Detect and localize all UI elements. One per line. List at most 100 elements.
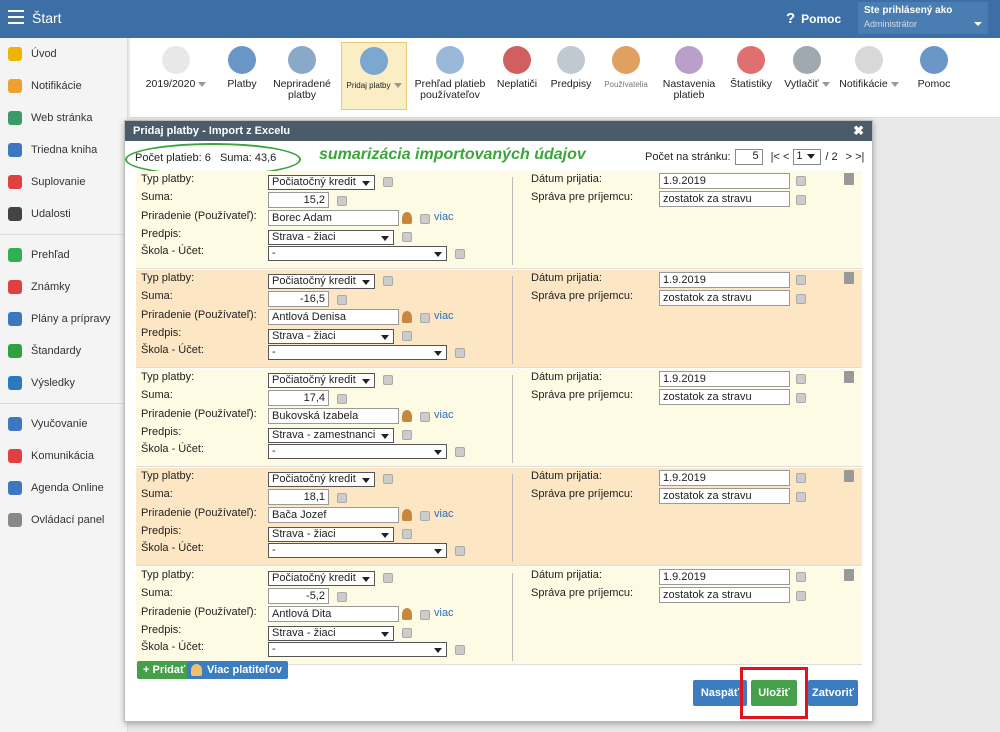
- payment-type-select[interactable]: Počiatočný kredit: [268, 571, 375, 586]
- date-input[interactable]: 1.9.2019: [659, 470, 790, 486]
- sidebar-item-3[interactable]: Triedna kniha: [0, 134, 127, 166]
- toolbar-money-bag-button[interactable]: Platby: [222, 42, 262, 110]
- message-input[interactable]: zostatok za stravu: [659, 290, 790, 306]
- page-prev[interactable]: |< <: [771, 151, 790, 163]
- clock-bag-icon: [503, 46, 531, 74]
- sidebar-item-7[interactable]: Známky: [0, 271, 127, 303]
- account-select[interactable]: -: [268, 345, 447, 360]
- more-link[interactable]: viac: [434, 508, 454, 520]
- trash-icon[interactable]: [844, 470, 854, 482]
- payment-type-select[interactable]: Počiatočný kredit: [268, 373, 375, 388]
- trash-icon[interactable]: [844, 569, 854, 581]
- sidebar-item-0[interactable]: Úvod: [0, 38, 127, 70]
- amount-label: Suma:: [141, 587, 173, 599]
- message-input[interactable]: zostatok za stravu: [659, 191, 790, 207]
- toolbar-calendar-button[interactable]: 2019/2020: [136, 42, 216, 110]
- sidebar-item-13[interactable]: Agenda Online: [0, 472, 127, 504]
- toolbar-printer-button[interactable]: Vytlačiť: [784, 42, 830, 110]
- toolbar-document-button[interactable]: Predpisy: [548, 42, 594, 110]
- help-link[interactable]: ? Pomoc: [786, 10, 841, 27]
- toolbar-clock-bag-button[interactable]: Neplatiči: [494, 42, 540, 110]
- account-select[interactable]: -: [268, 642, 447, 657]
- sidebar-item-11[interactable]: Vyučovanie: [0, 408, 127, 440]
- rule-select[interactable]: Strava - zamestnanci: [268, 428, 394, 443]
- user-input[interactable]: Borec Adam: [268, 210, 399, 226]
- payment-type-select[interactable]: Počiatočný kredit: [268, 274, 375, 289]
- annotation-text: sumarizácia importovaných údajov: [319, 146, 586, 163]
- amount-label: Suma:: [141, 389, 173, 401]
- amount-input[interactable]: 15,2: [268, 192, 329, 208]
- user-icon[interactable]: [402, 410, 412, 422]
- sidebar-item-10[interactable]: Výsledky: [0, 367, 127, 399]
- app-title[interactable]: Štart: [32, 10, 62, 26]
- account-select[interactable]: -: [268, 543, 447, 558]
- close-button[interactable]: Zatvoriť: [808, 680, 858, 706]
- toolbar-question-bag-button[interactable]: Nepriradené platby: [270, 42, 334, 110]
- date-input[interactable]: 1.9.2019: [659, 371, 790, 387]
- user-input[interactable]: Bukovská Izabela: [268, 408, 399, 424]
- sidebar-item-9[interactable]: Štandardy: [0, 335, 127, 367]
- rule-select[interactable]: Strava - žiaci: [268, 626, 394, 641]
- user-icon[interactable]: [402, 509, 412, 521]
- user-icon[interactable]: [402, 212, 412, 224]
- sidebar-item-4[interactable]: Suplovanie: [0, 166, 127, 198]
- amount-input[interactable]: 17,4: [268, 390, 329, 406]
- sidebar-item-label: Ovládací panel: [31, 514, 105, 526]
- per-page-input[interactable]: 5: [734, 149, 763, 165]
- user-icon[interactable]: [402, 311, 412, 323]
- trash-icon[interactable]: [844, 173, 854, 185]
- more-link[interactable]: viac: [434, 409, 454, 421]
- sidebar-item-2[interactable]: Web stránka: [0, 102, 127, 134]
- more-link[interactable]: viac: [434, 310, 454, 322]
- sidebar-item-1[interactable]: Notifikácie: [0, 70, 127, 102]
- toolbar-user-button[interactable]: Používatelia: [600, 42, 652, 110]
- user-input[interactable]: Antlová Denisa: [268, 309, 399, 325]
- payment-type-select[interactable]: Počiatočný kredit: [268, 472, 375, 487]
- message-input[interactable]: zostatok za stravu: [659, 488, 790, 504]
- page-select[interactable]: 1: [793, 149, 822, 165]
- payment-type-select[interactable]: Počiatočný kredit: [268, 175, 375, 190]
- sidebar-item-14[interactable]: Ovládací panel: [0, 504, 127, 536]
- toolbar-add-bag-button[interactable]: Pridaj platby: [341, 42, 407, 110]
- user-input[interactable]: Antlová Dita: [268, 606, 399, 622]
- rule-select[interactable]: Strava - žiaci: [268, 230, 394, 245]
- amount-input[interactable]: -16,5: [268, 291, 329, 307]
- rule-select[interactable]: Strava - žiaci: [268, 329, 394, 344]
- sidebar-item-label: Notifikácie: [31, 80, 82, 92]
- date-input[interactable]: 1.9.2019: [659, 569, 790, 585]
- user-icon[interactable]: [402, 608, 412, 620]
- amount-label: Suma:: [141, 191, 173, 203]
- rule-select[interactable]: Strava - žiaci: [268, 527, 394, 542]
- trash-icon[interactable]: [844, 371, 854, 383]
- hamburger-menu-icon[interactable]: [8, 10, 24, 24]
- message-input[interactable]: zostatok za stravu: [659, 587, 790, 603]
- page-next[interactable]: > >|: [846, 151, 865, 163]
- back-button[interactable]: Naspäť: [693, 680, 747, 706]
- user-input[interactable]: Bača Jozef: [268, 507, 399, 523]
- toolbar-phone-button[interactable]: Notifikácie: [838, 42, 900, 110]
- person-icon: [8, 175, 22, 189]
- account-label: Škola - Účet:: [141, 542, 204, 554]
- account-select[interactable]: -: [268, 246, 447, 261]
- user-dropdown[interactable]: Ste prihlásený ako Administrátor: [858, 2, 988, 34]
- add-button[interactable]: + Pridať: [137, 661, 192, 679]
- sidebar-item-6[interactable]: Prehľad: [0, 239, 127, 271]
- more-link[interactable]: viac: [434, 211, 454, 223]
- toolbar-pie-chart-button[interactable]: Štatistiky: [726, 42, 776, 110]
- trash-icon[interactable]: [844, 272, 854, 284]
- sidebar-item-8[interactable]: Plány a prípravy: [0, 303, 127, 335]
- toolbar-gear-button[interactable]: Nastavenia platieb: [656, 42, 722, 110]
- message-input[interactable]: zostatok za stravu: [659, 389, 790, 405]
- date-input[interactable]: 1.9.2019: [659, 173, 790, 189]
- toolbar-euro-book-button[interactable]: Prehľad platieb používateľov: [410, 42, 490, 110]
- amount-input[interactable]: -5,2: [268, 588, 329, 604]
- account-select[interactable]: -: [268, 444, 447, 459]
- sidebar-item-5[interactable]: Udalosti: [0, 198, 127, 230]
- close-icon[interactable]: ✖: [853, 123, 864, 139]
- more-link[interactable]: viac: [434, 607, 454, 619]
- more-payers-button[interactable]: Viac platiteľov: [187, 661, 288, 679]
- sidebar-item-12[interactable]: Komunikácia: [0, 440, 127, 472]
- amount-input[interactable]: 18,1: [268, 489, 329, 505]
- date-input[interactable]: 1.9.2019: [659, 272, 790, 288]
- toolbar-help-button[interactable]: Pomoc: [912, 42, 956, 110]
